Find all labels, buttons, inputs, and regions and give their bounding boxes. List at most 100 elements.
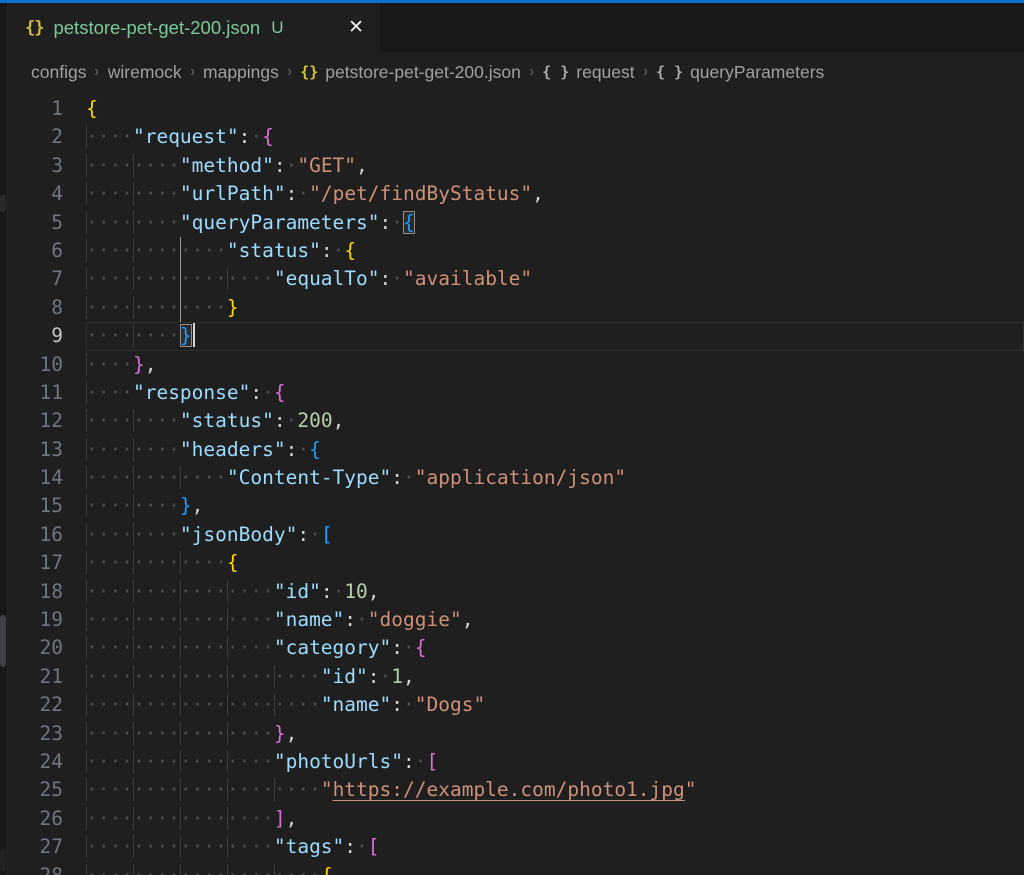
code-line-2[interactable]: ····"request":·{ bbox=[86, 123, 1024, 151]
code-token: "name" bbox=[321, 693, 391, 716]
code-line-28[interactable]: ····················{ bbox=[86, 862, 1024, 875]
whitespace-dots: ···· bbox=[86, 125, 133, 148]
code-token: "status" bbox=[227, 239, 321, 262]
code-token: } bbox=[180, 324, 192, 347]
code-token: "response" bbox=[133, 381, 250, 404]
code-line-22[interactable]: ····················"name":·"Dogs" bbox=[86, 691, 1024, 719]
code-token: "jsonBody" bbox=[180, 523, 297, 546]
code-token: : bbox=[274, 154, 286, 177]
code-line-18[interactable]: ················"id":·10, bbox=[86, 578, 1024, 606]
code-line-7[interactable]: ················"equalTo":·"available" bbox=[86, 265, 1024, 293]
code-line-26[interactable]: ················], bbox=[86, 805, 1024, 833]
line-number: 22 bbox=[9, 691, 86, 719]
code-line-12[interactable]: ········"status":·200, bbox=[86, 407, 1024, 435]
symbol-object-icon: { } bbox=[542, 63, 569, 81]
breadcrumb-item-wiremock[interactable]: wiremock bbox=[108, 62, 182, 83]
code-line-25[interactable]: ····················"https://example.com… bbox=[86, 776, 1024, 804]
code-token: "id" bbox=[274, 580, 321, 603]
code-line-17[interactable]: ············{ bbox=[86, 549, 1024, 577]
json-file-icon: {} bbox=[300, 63, 318, 81]
breadcrumb-label: configs bbox=[31, 62, 86, 83]
code-token: ] bbox=[274, 807, 286, 830]
line-number: 2 bbox=[9, 123, 86, 151]
git-untracked-badge: U bbox=[271, 18, 283, 38]
whitespace-dots: · bbox=[297, 438, 309, 461]
whitespace-dots: ········ bbox=[86, 438, 180, 461]
line-number: 4 bbox=[9, 180, 86, 208]
breadcrumb-item-petstore-pet-get-200-json[interactable]: {}petstore-pet-get-200.json bbox=[300, 62, 521, 83]
whitespace-dots: · bbox=[415, 750, 427, 773]
code-token: : bbox=[321, 239, 333, 262]
line-number: 14 bbox=[9, 464, 86, 492]
whitespace-dots: · bbox=[297, 182, 309, 205]
code-token: 200 bbox=[297, 409, 332, 432]
code-token: "equalTo" bbox=[274, 267, 380, 290]
breadcrumb-label: queryParameters bbox=[690, 62, 824, 83]
whitespace-dots: ········ bbox=[86, 182, 180, 205]
close-icon[interactable]: ✕ bbox=[348, 18, 364, 37]
code-token: { bbox=[344, 239, 356, 262]
tab-bar: {} petstore-pet-get-200.json U ✕ bbox=[9, 3, 1024, 52]
line-number: 13 bbox=[9, 436, 86, 464]
code-line-5[interactable]: ········"queryParameters":·{ bbox=[86, 209, 1024, 237]
code-line-10[interactable]: ····}, bbox=[86, 351, 1024, 379]
code-line-15[interactable]: ········}, bbox=[86, 492, 1024, 520]
code-line-3[interactable]: ········"method":·"GET", bbox=[86, 152, 1024, 180]
code-line-4[interactable]: ········"urlPath":·"/pet/findByStatus", bbox=[86, 180, 1024, 208]
code-editor[interactable]: 1234567891011121314151617181920212223242… bbox=[9, 92, 1024, 875]
json-braces-icon: {} bbox=[25, 18, 43, 38]
line-number: 6 bbox=[9, 237, 86, 265]
breadcrumb-item-queryparameters[interactable]: { }queryParameters bbox=[656, 62, 824, 83]
code-token: [ bbox=[426, 750, 438, 773]
whitespace-dots: ···················· bbox=[86, 665, 321, 688]
code-line-9[interactable]: ········} bbox=[86, 322, 1024, 350]
code-token: { bbox=[227, 551, 239, 574]
code-token: " bbox=[685, 778, 697, 801]
code-token: "doggie" bbox=[368, 608, 462, 631]
gutter: 1234567891011121314151617181920212223242… bbox=[9, 95, 86, 875]
code-line-6[interactable]: ············"status":·{ bbox=[86, 237, 1024, 265]
code-token: { bbox=[262, 125, 274, 148]
breadcrumb-item-request[interactable]: { }request bbox=[542, 62, 634, 83]
whitespace-dots: ················ bbox=[86, 580, 274, 603]
code-line-19[interactable]: ················"name":·"doggie", bbox=[86, 606, 1024, 634]
whitespace-dots: · bbox=[309, 523, 321, 546]
code-token: : bbox=[344, 835, 356, 858]
code-line-21[interactable]: ····················"id":·1, bbox=[86, 663, 1024, 691]
breadcrumb-item-configs[interactable]: configs bbox=[31, 62, 86, 83]
code-token: "urlPath" bbox=[180, 182, 286, 205]
code-token: : bbox=[380, 267, 392, 290]
code-token: : bbox=[286, 438, 298, 461]
tab-petstore-pet-get-200-json[interactable]: {} petstore-pet-get-200.json U ✕ bbox=[9, 3, 380, 52]
whitespace-dots: ···· bbox=[86, 381, 133, 404]
code-line-16[interactable]: ········"jsonBody":·[ bbox=[86, 521, 1024, 549]
breadcrumb-item-mappings[interactable]: mappings bbox=[203, 62, 279, 83]
whitespace-dots: ········ bbox=[86, 409, 180, 432]
code-token: , bbox=[286, 722, 298, 745]
code-token: "Dogs" bbox=[415, 693, 485, 716]
whitespace-dots: ················ bbox=[86, 636, 274, 659]
code-line-20[interactable]: ················"category":·{ bbox=[86, 634, 1024, 662]
code-line-23[interactable]: ················}, bbox=[86, 720, 1024, 748]
whitespace-dots: ········ bbox=[86, 523, 180, 546]
code-token: } bbox=[274, 722, 286, 745]
whitespace-dots: · bbox=[391, 211, 403, 234]
code-line-1[interactable]: { bbox=[86, 95, 1024, 123]
code-line-14[interactable]: ············"Content-Type":·"application… bbox=[86, 464, 1024, 492]
code-line-27[interactable]: ················"tags":·[ bbox=[86, 833, 1024, 861]
line-number: 15 bbox=[9, 492, 86, 520]
line-number: 25 bbox=[9, 776, 86, 804]
code-token: { bbox=[321, 864, 333, 875]
scrollbar-decoration bbox=[0, 615, 6, 667]
code-line-24[interactable]: ················"photoUrls":·[ bbox=[86, 748, 1024, 776]
code-line-11[interactable]: ····"response":·{ bbox=[86, 379, 1024, 407]
whitespace-dots: ················ bbox=[86, 750, 274, 773]
code-token: "/pet/findByStatus" bbox=[309, 182, 532, 205]
code-token: { bbox=[86, 97, 98, 120]
code-line-13[interactable]: ········"headers":·{ bbox=[86, 436, 1024, 464]
code-token: "status" bbox=[180, 409, 274, 432]
line-number: 18 bbox=[9, 578, 86, 606]
code-token: : bbox=[286, 182, 298, 205]
line-number: 27 bbox=[9, 833, 86, 861]
code-line-8[interactable]: ············} bbox=[86, 294, 1024, 322]
